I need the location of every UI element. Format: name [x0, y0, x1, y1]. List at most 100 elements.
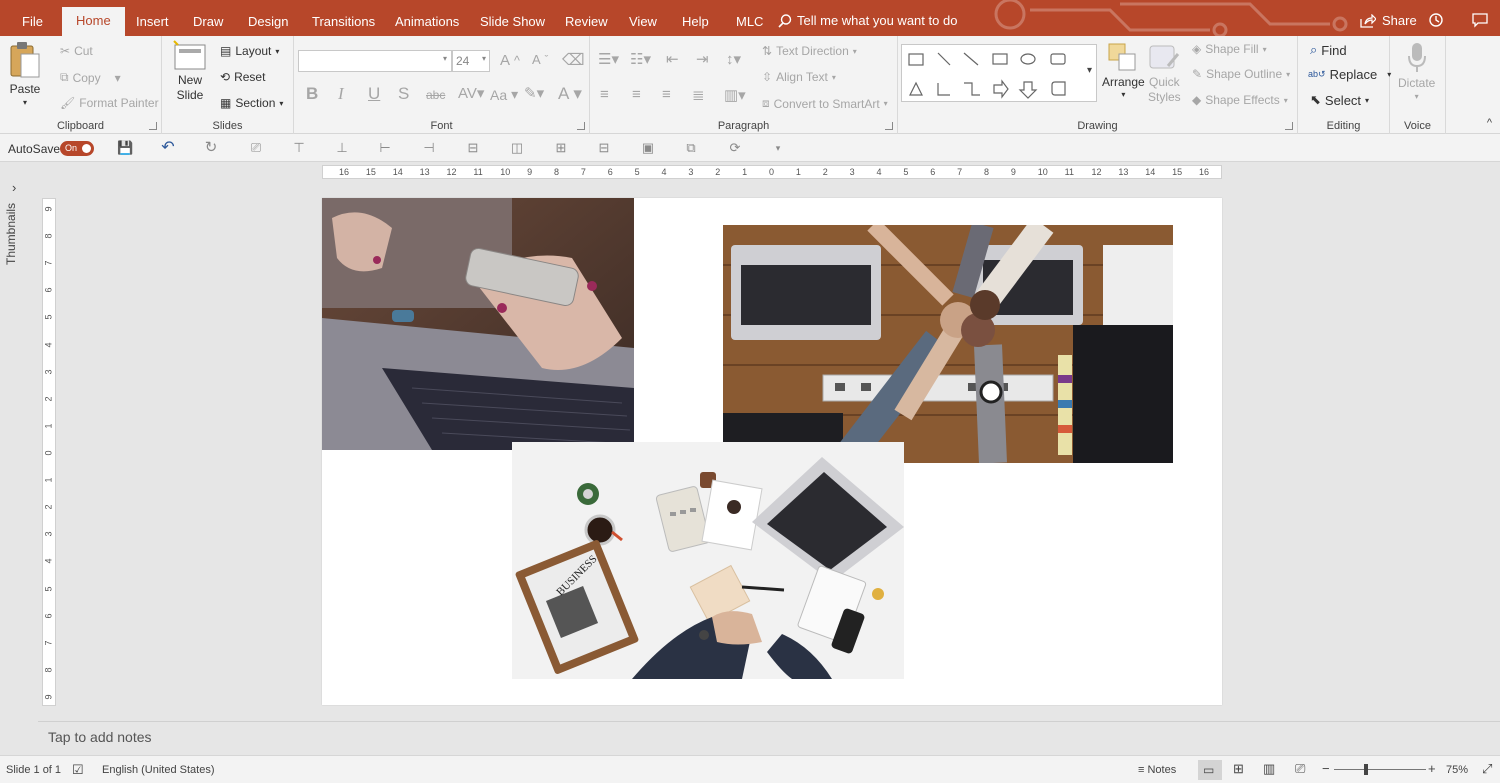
dictate-button[interactable]: Dictate ▾ — [1398, 42, 1435, 101]
tab-review[interactable]: Review — [553, 8, 620, 36]
tab-help[interactable]: Help — [670, 8, 721, 36]
section-button[interactable]: ▦ Section ▾ — [220, 96, 283, 110]
zoom-in-icon[interactable]: + — [1428, 761, 1436, 776]
font-name-field[interactable]: ▾ — [298, 50, 452, 72]
font-size-field[interactable]: 24 ▾ — [452, 50, 490, 72]
increase-indent-icon[interactable]: ⇥ — [696, 50, 709, 68]
character-spacing-icon[interactable]: AV▾ — [458, 84, 484, 102]
tab-file[interactable]: File — [10, 8, 55, 36]
autosave-toggle[interactable]: On — [60, 141, 94, 156]
save-icon[interactable]: 💾 — [117, 140, 133, 156]
quick-styles-button[interactable]: Quick Styles — [1148, 42, 1181, 104]
accessibility-icon[interactable]: ☑ — [72, 762, 84, 778]
align-top-icon[interactable]: ⊤ — [291, 140, 307, 156]
notes-pane[interactable]: Tap to add notes — [38, 721, 1500, 754]
align-left-qat-icon[interactable]: ⊢ — [377, 140, 393, 156]
bullets-icon[interactable]: ☰▾ — [598, 50, 619, 68]
copy-button[interactable]: ⧉ Copy ▾ — [60, 70, 121, 85]
tab-draw[interactable]: Draw — [181, 8, 235, 36]
zoom-out-icon[interactable]: − — [1322, 761, 1330, 776]
text-direction-button[interactable]: ⇅ Text Direction ▾ — [762, 44, 857, 58]
tab-animations[interactable]: Animations — [383, 8, 471, 36]
share-button[interactable]: Share — [1360, 13, 1417, 28]
shadow-button[interactable]: S — [398, 84, 409, 104]
normal-view-button[interactable]: ▭ — [1198, 760, 1222, 780]
align-right-icon[interactable]: ≡ — [662, 86, 671, 103]
zoom-level[interactable]: 75% — [1446, 764, 1468, 776]
align-center-icon[interactable]: ≡ — [632, 86, 641, 103]
photo-phone-laptop[interactable] — [322, 198, 634, 450]
font-color-button[interactable]: A ▾ — [558, 84, 582, 104]
gallery-more-icon[interactable]: ▾ — [1087, 65, 1092, 76]
tab-design[interactable]: Design — [236, 8, 300, 36]
justify-icon[interactable]: ≣ — [692, 86, 705, 104]
paste-button[interactable]: Paste ▾ — [8, 40, 42, 107]
align-center-qat-icon[interactable]: ◫ — [509, 140, 525, 156]
slide-canvas[interactable]: BUSINESS — [322, 198, 1222, 705]
zoom-slider-thumb[interactable] — [1364, 764, 1368, 775]
tab-slide-show[interactable]: Slide Show — [468, 8, 557, 36]
customize-qat-icon[interactable]: ▾ — [770, 140, 786, 156]
shapes-gallery[interactable]: ▾ — [901, 44, 1097, 102]
redo-icon[interactable]: ↻ — [203, 140, 219, 156]
slide-sorter-icon[interactable]: ⊞ — [1233, 761, 1244, 777]
collapse-ribbon-icon[interactable]: ^ — [1487, 117, 1492, 129]
align-middle-icon[interactable]: ⊟ — [465, 140, 481, 156]
tab-transitions[interactable]: Transitions — [300, 8, 387, 36]
arrange-button[interactable]: Arrange ▾ — [1102, 42, 1145, 99]
ungroup-icon[interactable]: ⧉ — [683, 140, 699, 156]
align-right-qat-icon[interactable]: ⊣ — [421, 140, 437, 156]
align-text-button[interactable]: ⇳ Align Text ▾ — [762, 70, 836, 84]
tell-me-search[interactable]: Tell me what you want to do — [778, 13, 957, 28]
change-case-button[interactable]: Aa ▾ — [490, 86, 518, 103]
reset-button[interactable]: ⟲ Reset — [220, 70, 265, 84]
clipboard-launcher[interactable] — [149, 122, 157, 130]
tab-mlc[interactable]: MLC — [724, 8, 775, 36]
shape-outline-button[interactable]: ✎ Shape Outline ▾ — [1192, 67, 1290, 81]
clear-formatting-icon[interactable]: ⌫ — [562, 50, 585, 70]
cut-button[interactable]: ✂ Cut — [60, 44, 93, 58]
photo-team-fist-bump[interactable] — [723, 225, 1173, 463]
language-indicator[interactable]: English (United States) — [102, 764, 215, 776]
tab-home[interactable]: Home — [62, 7, 125, 36]
paragraph-launcher[interactable] — [885, 122, 893, 130]
strikethrough-button[interactable]: abc — [426, 88, 445, 102]
underline-button[interactable]: U — [368, 84, 380, 104]
photo-business-desk[interactable]: BUSINESS — [512, 442, 904, 679]
slideshow-view-icon[interactable]: ⎚ — [1295, 761, 1305, 777]
drawing-launcher[interactable] — [1285, 122, 1293, 130]
expand-thumbnails-icon[interactable]: › — [12, 180, 16, 195]
grow-font-icon[interactable]: A ^ — [500, 52, 520, 69]
columns-icon[interactable]: ▥▾ — [724, 86, 746, 104]
shape-fill-button[interactable]: ◈ Shape Fill ▾ — [1192, 42, 1267, 56]
align-left-icon[interactable]: ≡ — [600, 86, 609, 103]
highlight-icon[interactable]: ✎▾ — [524, 84, 544, 102]
font-launcher[interactable] — [577, 122, 585, 130]
shrink-font-icon[interactable]: Aˇ — [532, 52, 548, 67]
undo-icon[interactable]: ↶ — [160, 140, 176, 156]
decrease-indent-icon[interactable]: ⇤ — [666, 50, 679, 68]
reading-view-icon[interactable]: ▥ — [1263, 761, 1275, 777]
tab-view[interactable]: View — [617, 8, 669, 36]
numbering-icon[interactable]: ☷▾ — [630, 50, 651, 68]
comments-icon[interactable] — [1472, 12, 1488, 28]
thumbnails-label[interactable]: Thumbnails — [4, 203, 18, 265]
zoom-slider[interactable] — [1334, 764, 1426, 775]
rotate-icon[interactable]: ⟳ — [727, 140, 743, 156]
tab-insert[interactable]: Insert — [124, 8, 181, 36]
distribute-icon[interactable]: ⊞ — [553, 140, 569, 156]
replace-button[interactable]: ab↺ Replace ▾ — [1308, 67, 1391, 82]
start-slideshow-icon[interactable]: ⎚ — [248, 140, 264, 156]
convert-smartart-button[interactable]: ⧈ Convert to SmartArt ▾ — [762, 96, 888, 111]
bold-button[interactable]: B — [306, 84, 318, 104]
fit-to-window-icon[interactable]: ⤢ — [1482, 761, 1492, 777]
group-icon[interactable]: ▣ — [640, 140, 656, 156]
new-slide-button[interactable]: New Slide — [172, 40, 208, 102]
shape-effects-button[interactable]: ◆ Shape Effects ▾ — [1192, 93, 1288, 107]
select-button[interactable]: ⬉ Select ▾ — [1310, 92, 1369, 108]
layout-button[interactable]: ▤ Layout ▾ — [220, 44, 279, 58]
find-button[interactable]: ⌕ Find — [1310, 42, 1347, 58]
notes-button[interactable]: ≡ Notes — [1138, 764, 1176, 776]
align-bottom-icon[interactable]: ⊥ — [334, 140, 350, 156]
line-spacing-icon[interactable]: ↕▾ — [726, 50, 741, 68]
